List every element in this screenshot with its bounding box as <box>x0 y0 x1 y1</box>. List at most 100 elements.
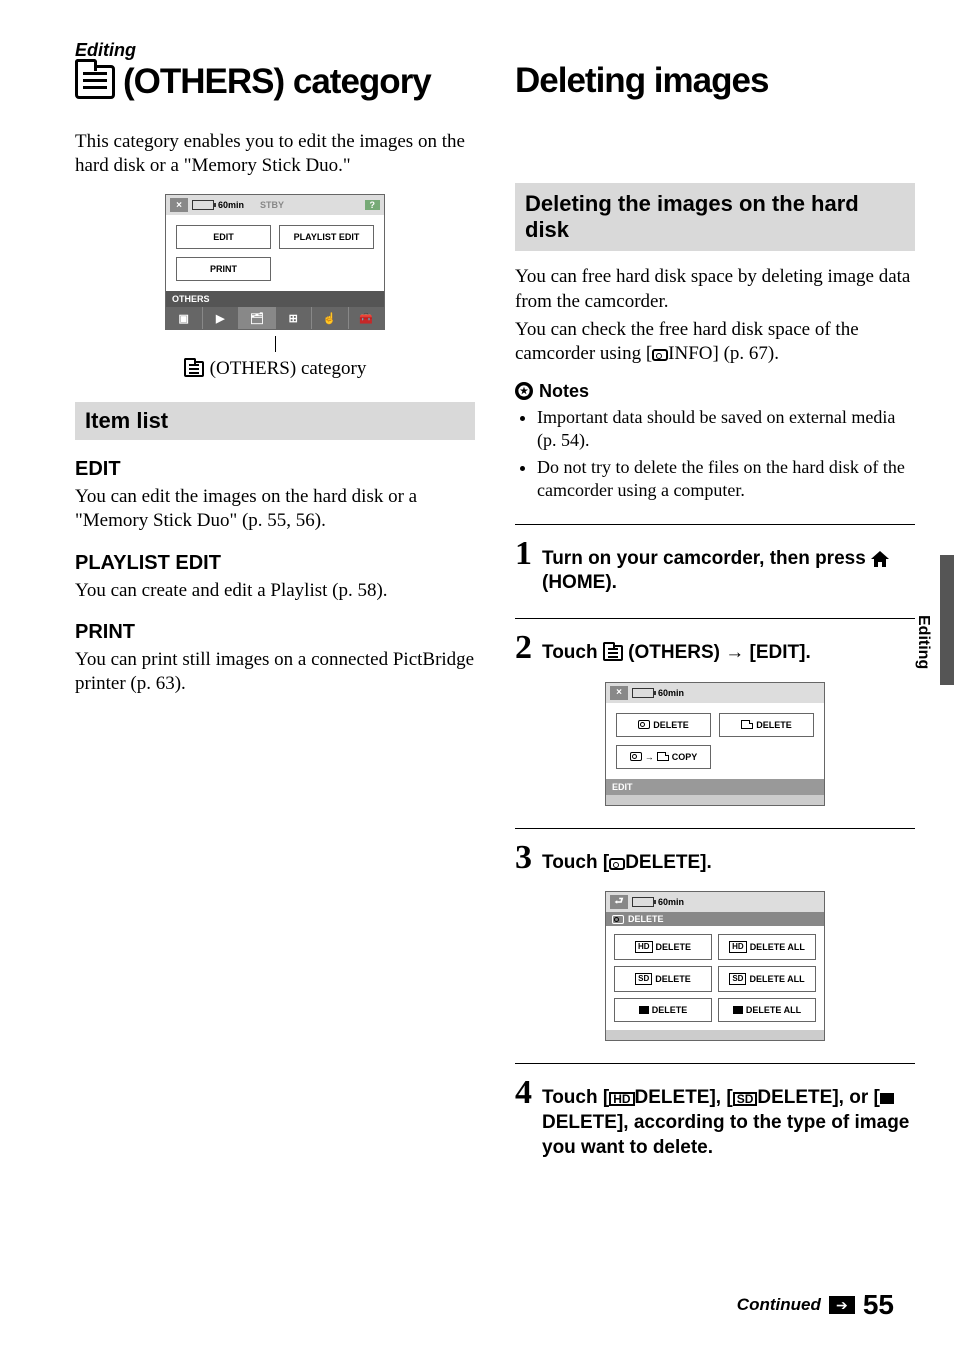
hdd-icon <box>609 858 625 870</box>
footer-nav-settings-icon[interactable]: ☝ <box>312 307 349 329</box>
notes-list: Important data should be saved on extern… <box>515 406 915 502</box>
kicker: Editing <box>75 40 475 61</box>
stby-label: STBY <box>260 200 284 210</box>
ui-caption-text: (OTHERS) category <box>210 358 367 380</box>
step-divider <box>515 1063 915 1064</box>
step-3-number: 3 <box>515 843 532 874</box>
image-badge-icon <box>639 1006 649 1014</box>
step-4c: DELETE], or [ <box>757 1087 879 1108</box>
memorystick-small-icon <box>741 720 753 729</box>
hd-delete-label: DELETE <box>656 942 692 952</box>
side-section-label: Editing <box>914 615 932 669</box>
img-delete-all-label: DELETE ALL <box>746 1005 801 1015</box>
others-category-small-icon <box>184 361 204 377</box>
sd-delete-all-button[interactable]: SDDELETE ALL <box>718 966 816 992</box>
section-title-others: (OTHERS) category <box>75 63 475 102</box>
ui-caption: (OTHERS) category <box>75 358 475 380</box>
step-3: 3 Touch [ DELETE]. <box>515 843 915 876</box>
battery-icon <box>192 200 214 210</box>
sd-delete-label: DELETE <box>655 974 691 984</box>
footer-edit-label: EDIT <box>606 779 824 795</box>
menu-playlist-edit-button[interactable]: PLAYLIST EDIT <box>279 225 374 249</box>
side-section-bar <box>940 555 954 685</box>
section-title-text: (OTHERS) category <box>123 63 431 102</box>
item-list-heading: Item list <box>75 402 475 440</box>
step-4a: Touch [ <box>542 1087 609 1108</box>
playlist-edit-paragraph: You can create and edit a Playlist (p. 5… <box>75 579 475 603</box>
continued-footer: Continued ➔ 55 <box>737 1289 894 1321</box>
step-2a: Touch <box>542 642 603 663</box>
battery-icon <box>632 688 654 698</box>
img-delete-all-button[interactable]: DELETE ALL <box>718 998 816 1022</box>
hdd-delete-button[interactable]: DELETE <box>616 713 711 737</box>
help-icon[interactable]: ? <box>365 200 381 210</box>
camcorder-ui-others: × 60min STBY ? EDIT PLAYLIST EDIT PRINT … <box>165 194 385 330</box>
battery-label: 60min <box>218 200 244 210</box>
right-column: Deleting images Deleting the images on t… <box>515 40 915 1160</box>
step-2-number: 2 <box>515 633 532 664</box>
hd-delete-all-button[interactable]: HDDELETE ALL <box>718 934 816 960</box>
footer-nav-others-icon[interactable]: 🗂 <box>239 307 276 329</box>
print-paragraph: You can print still images on a connecte… <box>75 648 475 697</box>
deleting-p2: You can check the free hard disk space o… <box>515 318 915 367</box>
step-divider <box>515 618 915 619</box>
sd-delete-all-label: DELETE ALL <box>749 974 804 984</box>
left-column: Editing (OTHERS) category This category … <box>75 40 475 1160</box>
ms-delete-label: DELETE <box>756 720 792 730</box>
step-4d: DELETE], according to the type of image … <box>542 1112 909 1158</box>
continued-label: Continued <box>737 1295 821 1315</box>
footer-nav-manage-icon[interactable]: ⊞ <box>276 307 313 329</box>
battery-label: 60min <box>658 688 684 698</box>
step-3-b: DELETE]. <box>625 852 712 873</box>
step-3-a: Touch [ <box>542 852 609 873</box>
others-category-small-icon <box>603 645 623 661</box>
copy-button[interactable]: → COPY <box>616 745 711 769</box>
step-4: 4 Touch [HDDELETE], [SDDELETE], or [DELE… <box>515 1078 915 1160</box>
step-4b: DELETE], [ <box>635 1087 733 1108</box>
sd-delete-button[interactable]: SDDELETE <box>614 966 712 992</box>
hd-delete-button[interactable]: HDDELETE <box>614 934 712 960</box>
hdd-icon <box>652 349 668 361</box>
battery-icon <box>632 897 654 907</box>
note-item-1: Important data should be saved on extern… <box>537 406 915 452</box>
page-number: 55 <box>863 1289 894 1321</box>
others-category-icon <box>75 65 115 99</box>
ms-delete-button[interactable]: DELETE <box>719 713 814 737</box>
menu-print-button[interactable]: PRINT <box>176 257 271 281</box>
note-icon: ✪ <box>515 382 533 400</box>
footer-nav-camera-icon[interactable]: ▣ <box>166 307 203 329</box>
copy-label: COPY <box>672 752 698 762</box>
back-icon[interactable]: ⮐ <box>610 895 628 909</box>
home-icon <box>871 551 889 567</box>
step-divider <box>515 828 915 829</box>
print-heading: PRINT <box>75 621 475 644</box>
subsection-heading: Deleting the images on the hard disk <box>515 183 915 252</box>
close-icon[interactable]: × <box>170 198 188 212</box>
img-delete-label: DELETE <box>652 1005 688 1015</box>
step-2b: (OTHERS) → [EDIT]. <box>628 642 811 663</box>
menu-edit-button[interactable]: EDIT <box>176 225 271 249</box>
image-badge-icon <box>733 1006 743 1014</box>
close-icon[interactable]: × <box>610 686 628 700</box>
footer-nav-toolbox-icon[interactable]: 🧰 <box>349 307 385 329</box>
footer-nav-view-icon[interactable]: ▶ <box>203 307 240 329</box>
memorystick-small-icon <box>657 752 669 761</box>
step-divider <box>515 524 915 525</box>
step-1a: Turn on your camcorder, then press <box>542 548 871 569</box>
camcorder-ui-delete: ⮐ 60min DELETE HDDELETE HDDELETE ALL SDD… <box>605 891 825 1041</box>
notes-heading: ✪ Notes <box>515 381 915 402</box>
footer-nav: ▣ ▶ 🗂 ⊞ ☝ 🧰 <box>166 307 384 329</box>
edit-heading: EDIT <box>75 458 475 481</box>
hdd-small-icon <box>630 752 642 761</box>
sd-badge-icon: SD <box>635 973 652 985</box>
deleting-p1: You can free hard disk space by deleting… <box>515 265 915 314</box>
footer-category-label: OTHERS <box>166 291 384 307</box>
sd-badge-icon: SD <box>733 1092 758 1106</box>
delete-title-label: DELETE <box>628 914 664 924</box>
step-1: 1 Turn on your camcorder, then press (HO… <box>515 539 915 596</box>
delete-screen-title: DELETE <box>606 912 824 926</box>
img-delete-button[interactable]: DELETE <box>614 998 712 1022</box>
step-1b: (HOME). <box>542 572 617 593</box>
section-title-deleting: Deleting images <box>515 62 915 101</box>
hd-delete-all-label: DELETE ALL <box>750 942 805 952</box>
